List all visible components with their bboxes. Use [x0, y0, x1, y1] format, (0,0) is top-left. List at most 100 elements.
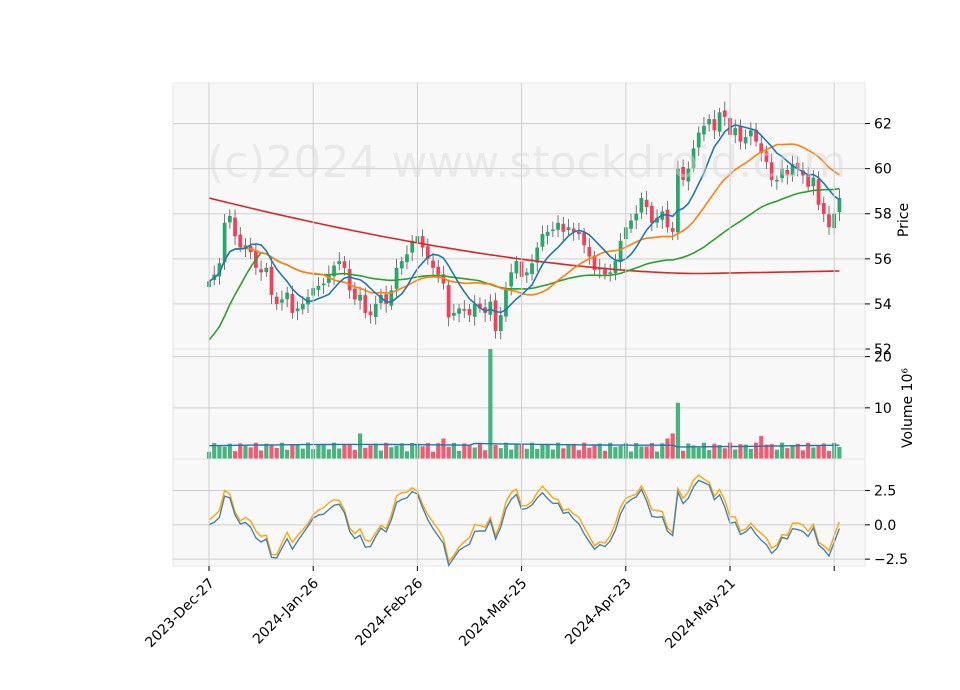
y-tick-label: 58: [874, 207, 892, 223]
volume-bar: [316, 444, 321, 459]
candle: [577, 231, 581, 235]
volume-bar: [384, 442, 389, 459]
candle: [493, 300, 498, 331]
volume-bar: [707, 450, 712, 459]
candle: [290, 294, 295, 313]
candle: [504, 288, 508, 317]
candle: [358, 294, 362, 301]
y-tick-label: 2.5: [874, 484, 896, 500]
candle: [498, 315, 503, 331]
volume-bar: [347, 443, 352, 459]
candle: [431, 260, 435, 268]
volume-bar: [644, 446, 649, 459]
volume-bar: [696, 447, 701, 459]
candle: [550, 229, 555, 232]
volume-bar: [300, 448, 305, 459]
volume-bar: [217, 446, 222, 459]
volume-bar: [592, 445, 597, 459]
candle: [238, 234, 243, 248]
candle: [514, 261, 519, 274]
volume-bar: [722, 448, 727, 459]
x-tick-label: 2024-Jan-26: [250, 575, 322, 647]
volume-bar: [514, 444, 519, 459]
volume-bar: [587, 447, 592, 459]
candle: [837, 197, 842, 213]
volume-bar: [326, 449, 331, 459]
candle: [420, 236, 425, 248]
volume-bar: [264, 443, 269, 459]
candle: [827, 214, 831, 228]
volume-bar: [733, 449, 738, 459]
oscillator-panel: 2.5 0.0 −2.5: [172, 458, 908, 568]
volume-bar: [232, 451, 238, 459]
y-tick-label: 56: [874, 252, 892, 268]
candle: [821, 203, 826, 214]
volume-bar: [748, 448, 753, 459]
candle: [353, 288, 357, 300]
y-tick-label: −2.5: [874, 552, 908, 568]
volume-panel: 10 20: [172, 348, 892, 460]
candle: [321, 283, 326, 286]
candle: [368, 311, 373, 316]
candle: [347, 269, 352, 291]
volume-bar: [759, 435, 764, 459]
candle: [556, 222, 560, 230]
volume-bar: [430, 451, 436, 459]
price-panel: 525456586062: [172, 82, 892, 358]
candle: [629, 220, 633, 229]
volume-bar: [488, 349, 493, 459]
candle: [488, 301, 493, 315]
volume-bar: [550, 449, 555, 459]
candle: [467, 308, 472, 316]
x-tick-label: 2024-Apr-23: [562, 576, 635, 649]
candle: [702, 125, 706, 135]
oscillator-panel-bg: [172, 458, 866, 567]
candle: [712, 119, 717, 131]
volume-bar: [368, 445, 373, 459]
volume-axis-label: Volume 10⁶: [900, 368, 916, 448]
candle: [561, 223, 566, 232]
candle: [436, 266, 441, 275]
candle: [707, 119, 712, 125]
volume-bar: [654, 451, 660, 459]
volume-bar: [420, 446, 425, 459]
volume-bar: [295, 444, 300, 459]
volume-bar: [785, 448, 790, 459]
candle: [722, 110, 727, 117]
volume-bar: [665, 438, 670, 459]
x-tick-label: 2023-Dec-27: [142, 576, 217, 651]
candle: [665, 209, 670, 228]
volume-bar: [456, 450, 462, 459]
volume-bar: [259, 450, 264, 459]
volume-bar: [248, 447, 253, 459]
candle: [717, 112, 722, 132]
candle: [748, 130, 753, 137]
candle: [269, 266, 274, 295]
volume-bar: [441, 438, 446, 459]
candle: [316, 285, 321, 290]
volume-bar: [597, 443, 602, 459]
volume-bar: [274, 447, 279, 459]
volume-bar: [529, 442, 535, 459]
volume-bar: [837, 446, 842, 459]
volume-bar: [639, 446, 644, 459]
candle: [222, 222, 227, 263]
volume-bar: [509, 449, 514, 459]
volume-bar: [561, 448, 566, 459]
price-axis-label: Price: [896, 203, 912, 237]
volume-bar: [686, 443, 691, 459]
volume-bar: [618, 445, 623, 459]
candle: [524, 272, 529, 276]
volume-bar: [358, 433, 363, 459]
candle: [462, 309, 467, 311]
volume-bar: [811, 447, 816, 459]
volume-bar: [243, 445, 248, 459]
candle: [733, 128, 738, 136]
candle: [233, 217, 237, 237]
volume-bar: [503, 442, 509, 459]
volume-bar: [446, 446, 451, 459]
volume-bar: [498, 448, 503, 459]
y-tick-label: 54: [874, 297, 892, 313]
candle: [472, 303, 477, 317]
candle: [618, 240, 623, 262]
